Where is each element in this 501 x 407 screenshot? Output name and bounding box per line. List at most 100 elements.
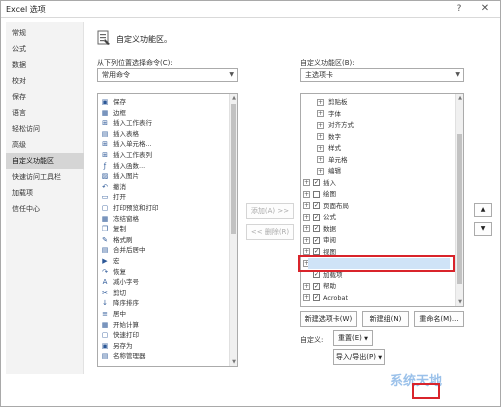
ribbon-tabs-combo[interactable]: 主选项卡 ▼ (300, 68, 464, 82)
expand-icon[interactable]: + (317, 167, 324, 175)
command-item[interactable]: 插入单元格... (113, 139, 152, 149)
ribbon-group-item[interactable]: 单元格 (328, 155, 348, 165)
tab-checkbox[interactable]: ✓ (313, 248, 320, 255)
command-item[interactable]: 插入工作表列 (113, 150, 152, 160)
tab-checkbox[interactable]: ✓ (313, 271, 320, 278)
move-up-button[interactable]: ▲ (474, 203, 492, 217)
command-item[interactable]: 边框 (113, 108, 126, 118)
expand-icon[interactable]: + (303, 282, 310, 290)
close-button[interactable]: ✕ (478, 2, 492, 16)
command-item[interactable]: 冻结窗格 (113, 214, 139, 224)
ribbon-tab-item[interactable]: 页面布局 (323, 201, 349, 211)
expand-icon[interactable]: + (303, 225, 310, 232)
commands-source-combo[interactable]: 常用命令 ▼ (97, 68, 238, 82)
ribbon-group-item[interactable]: 样式 (328, 143, 341, 153)
nav-item-1[interactable]: 公式 (6, 41, 84, 57)
nav-item-7[interactable]: 高级 (6, 137, 84, 153)
expand-icon[interactable]: + (317, 156, 324, 163)
command-item[interactable]: 居中 (113, 309, 126, 319)
expand-icon[interactable]: + (317, 144, 324, 152)
expand-icon[interactable]: + (303, 236, 310, 244)
command-item[interactable]: 开始计算 (113, 320, 139, 330)
rename-button[interactable]: 重命名(M)... (414, 311, 464, 327)
tab-checkbox[interactable]: ✓ (313, 294, 320, 301)
ribbon-tree[interactable]: ▲ ▼ + 剪贴板 + 字体 + 对齐方式 + 数字 + 样式 + 单元格 + 编辑 + ✓ 插入 + 绘图 + ✓ 页面… (300, 93, 464, 307)
command-item[interactable]: 宏 (113, 256, 120, 266)
scroll-up-icon[interactable]: ▲ (230, 94, 237, 102)
ribbon-tree-scrollbar[interactable]: ▲ ▼ (455, 94, 463, 306)
expand-icon[interactable]: + (303, 213, 310, 221)
command-item[interactable]: 剪切 (113, 288, 126, 298)
tab-checkbox[interactable]: ✓ (313, 236, 320, 244)
command-item[interactable]: 插入工作表行 (113, 118, 152, 128)
command-item[interactable]: 插入表格 (113, 129, 139, 139)
nav-item-9[interactable]: 快速访问工具栏 (6, 169, 84, 185)
scroll-down-icon[interactable]: ▼ (456, 298, 463, 306)
tab-checkbox[interactable]: ✓ (313, 282, 320, 290)
tab-checkbox[interactable]: ✓ (313, 213, 320, 221)
expand-icon[interactable]: + (317, 121, 324, 129)
nav-item-11[interactable]: 信任中心 (6, 201, 84, 217)
ribbon-tab-item[interactable]: 插入 (323, 178, 336, 188)
add-button[interactable]: 添加(A) >> (246, 203, 294, 219)
reset-button[interactable]: 重置(E) ▼ (333, 330, 373, 346)
commands-list-scrollbar[interactable]: ▲ ▼ (229, 94, 237, 366)
command-item[interactable]: 复制 (113, 224, 126, 234)
expand-icon[interactable]: + (303, 294, 310, 301)
expand-icon[interactable]: + (317, 133, 324, 140)
new-tab-button[interactable]: 新建选项卡(W) (300, 311, 357, 327)
scroll-thumb[interactable] (457, 134, 462, 284)
ribbon-tab-item[interactable]: 数据 (323, 224, 336, 234)
move-down-button[interactable]: ▼ (474, 222, 492, 236)
command-item[interactable]: 打开 (113, 192, 126, 202)
command-item[interactable]: 打印预览和打印 (113, 203, 159, 213)
command-item[interactable]: 快速打印 (113, 330, 139, 340)
help-button[interactable]: ? (452, 2, 466, 16)
ribbon-group-item[interactable]: 编辑 (328, 166, 341, 176)
nav-item-8[interactable]: 自定义功能区 (6, 153, 84, 169)
command-item[interactable]: 减小字号 (113, 277, 139, 287)
expand-icon[interactable]: + (303, 202, 310, 209)
nav-item-5[interactable]: 语言 (6, 105, 84, 121)
tab-checkbox[interactable] (313, 190, 320, 198)
scroll-thumb[interactable] (231, 104, 236, 234)
nav-item-3[interactable]: 校对 (6, 73, 84, 89)
command-item[interactable]: 名称管理器 (113, 351, 146, 361)
scroll-up-icon[interactable]: ▲ (456, 94, 463, 102)
ribbon-group-item[interactable]: 对齐方式 (328, 120, 354, 130)
command-item[interactable]: 格式刷 (113, 235, 133, 245)
scroll-down-icon[interactable]: ▼ (230, 358, 237, 366)
tab-checkbox[interactable]: ✓ (313, 202, 320, 209)
ribbon-tab-item[interactable]: 帮助 (323, 281, 336, 291)
nav-item-6[interactable]: 轻松访问 (6, 121, 84, 137)
ribbon-tab-item[interactable]: 审阅 (323, 235, 336, 245)
nav-item-0[interactable]: 常规 (6, 25, 84, 41)
command-item[interactable]: 恢复 (113, 267, 126, 277)
ribbon-group-item[interactable]: 剪贴板 (328, 97, 348, 107)
command-item[interactable]: 插入图片 (113, 171, 139, 181)
expand-icon[interactable]: + (303, 190, 310, 198)
import-export-button[interactable]: 导入/导出(P) ▼ (333, 349, 385, 365)
ribbon-group-item[interactable]: 数字 (328, 132, 341, 142)
command-item[interactable]: 降序排序 (113, 298, 139, 308)
ribbon-tab-item[interactable]: 绘图 (323, 189, 336, 199)
expand-icon[interactable]: + (317, 110, 324, 117)
command-item[interactable]: 插入函数... (113, 161, 145, 171)
tab-checkbox[interactable]: ✓ (313, 179, 320, 186)
new-group-button[interactable]: 新建组(N) (362, 311, 409, 327)
ribbon-group-item[interactable]: 字体 (328, 109, 341, 119)
expand-icon[interactable]: + (317, 98, 324, 106)
expand-icon[interactable]: + (303, 179, 310, 186)
commands-list[interactable]: ▲ ▼ ▣ 保存 ▦ 边框 ⊞ 插入工作表行 ▤ 插入表格 ⊞ 插入单元格... ⊞ 插入工作表列 ƒ 插… (97, 93, 238, 367)
remove-button[interactable]: << 删除(R) (246, 224, 294, 240)
ribbon-tab-item[interactable]: 公式 (323, 212, 336, 222)
nav-item-2[interactable]: 数据 (6, 57, 84, 73)
ribbon-tab-item[interactable]: Acrobat (323, 293, 348, 303)
command-item[interactable]: 另存为 (113, 341, 133, 351)
expand-icon[interactable]: + (303, 248, 310, 255)
command-item[interactable]: 保存 (113, 97, 126, 107)
tab-checkbox[interactable]: ✓ (313, 225, 320, 232)
nav-item-10[interactable]: 加载项 (6, 185, 84, 201)
nav-item-4[interactable]: 保存 (6, 89, 84, 105)
command-item[interactable]: 合并后居中 (113, 245, 146, 255)
